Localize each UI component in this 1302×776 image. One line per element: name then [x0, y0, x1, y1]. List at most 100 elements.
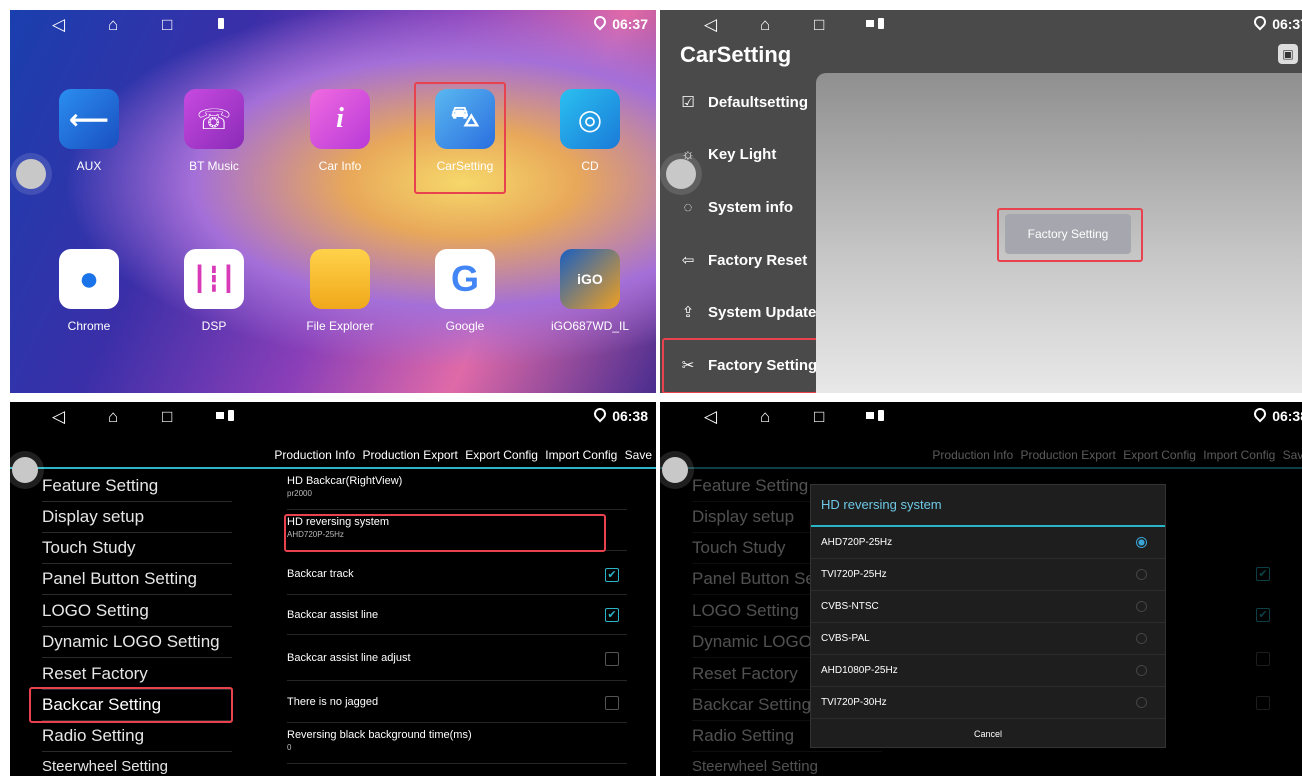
setting-row[interactable]: HD Backcar(RightView) pr2000 [287, 475, 627, 510]
setting-row[interactable]: Reversing black background time(ms) 0 [287, 729, 627, 764]
radio-unselected[interactable] [1136, 697, 1147, 708]
menu-defaultsetting[interactable]: ☑ Defaultsetting [678, 89, 808, 117]
tab-save[interactable]: Save [625, 448, 652, 462]
menu-display-setup[interactable]: Display setup [42, 502, 232, 533]
radio-unselected[interactable] [1136, 601, 1147, 612]
option-tvi720p-25hz[interactable]: TVI720P-25Hz [811, 559, 1165, 591]
menu-logo-setting[interactable]: LOGO Setting [42, 596, 232, 627]
divider [10, 467, 656, 469]
option-cvbs-ntsc[interactable]: CVBS-NTSC [811, 591, 1165, 623]
menu-radio-setting[interactable]: Radio Setting [42, 721, 232, 752]
reversing-system-dialog-screen: ◁ ⌂ □ 06:38 Production Info Production E… [660, 402, 1302, 776]
app-carsetting[interactable]: ⛍ CarSetting [410, 89, 520, 173]
tab-export-config[interactable]: Export Config [465, 448, 538, 462]
menu-backcar-setting[interactable]: Backcar Setting [42, 690, 232, 721]
menu-touch-study[interactable]: Touch Study [42, 533, 232, 564]
menu-factory-setting[interactable]: ✂ Factory Setting [678, 352, 817, 380]
menu-reset-factory[interactable]: Reset Factory [42, 659, 232, 690]
reply-icon: ⇦ [681, 252, 695, 269]
back-nav-icon[interactable]: ◁ [52, 14, 65, 36]
radio-selected[interactable] [1136, 537, 1147, 548]
menu-steerwheel-setting[interactable]: Steerwheel Setting [42, 752, 232, 776]
setting-row[interactable]: Backcar assist line ✔ [287, 596, 627, 635]
back-nav-icon[interactable]: ◁ [704, 14, 717, 36]
checkbox-checked[interactable]: ✔ [605, 608, 619, 622]
app-dsp[interactable]: ┃┇┃ DSP [159, 249, 269, 333]
location-icon [1251, 13, 1269, 31]
setting-row[interactable]: HD reversing system AHD720P-25Hz [287, 516, 627, 551]
option-ahd720p-25hz[interactable]: AHD720P-25Hz [811, 527, 1165, 559]
cancel-button[interactable]: Cancel [811, 719, 1165, 749]
menu-factory-reset[interactable]: ⇦ Factory Reset [678, 247, 808, 275]
option-cvbs-pal[interactable]: CVBS-PAL [811, 623, 1165, 655]
tools-icon: ✂ [681, 357, 695, 374]
clock: 06:38 [591, 405, 648, 424]
chat-icon: ◌ [683, 199, 693, 216]
factory-settings-screen: ◁ ⌂ □ 06:38 Production Info Production E… [10, 402, 656, 776]
floating-assist-button[interactable] [12, 457, 38, 483]
radio-unselected[interactable] [1136, 569, 1147, 580]
cd-icon: ◎ [560, 89, 620, 149]
sim-icon [866, 412, 874, 419]
setting-row[interactable]: There is no jagged [287, 682, 627, 723]
floating-assist-button[interactable] [666, 159, 696, 189]
app-bt-music[interactable]: ☏ BT Music [159, 89, 269, 173]
back-nav-icon[interactable]: ◁ [704, 406, 717, 428]
status-bar: ◁ ⌂ □ 06:38 [10, 402, 656, 434]
option-tvi720p-30hz[interactable]: TVI720P-30Hz [811, 687, 1165, 719]
upload-icon: ⇪ [681, 304, 695, 321]
radio-unselected[interactable] [1136, 665, 1147, 676]
menu-dynamic-logo-setting[interactable]: Dynamic LOGO Setting [42, 627, 232, 658]
info-icon: i [310, 89, 370, 149]
menu-system-info[interactable]: ◌ System info [678, 194, 794, 222]
factory-setting-button[interactable]: Factory Setting [1005, 214, 1131, 254]
tab-import-config[interactable]: Import Config [545, 448, 617, 462]
checkbox-unchecked[interactable] [605, 652, 619, 666]
option-ahd1080p-25hz[interactable]: AHD1080P-25Hz [811, 655, 1165, 687]
checkbox-unchecked [1256, 652, 1270, 666]
setting-row[interactable]: Backcar assist line adjust [287, 636, 627, 681]
status-bar: ◁ ⌂ □ 06:37 [660, 10, 1302, 42]
app-car-info[interactable]: i Car Info [285, 89, 395, 173]
recents-nav-icon[interactable]: □ [162, 14, 172, 36]
app-igo[interactable]: iGO iGO687WD_IL [535, 249, 645, 333]
equalizer-icon: ┃┇┃ [184, 249, 244, 309]
home-nav-icon[interactable]: ⌂ [108, 406, 118, 428]
app-label: CD [581, 159, 599, 173]
bluetooth-music-icon: ☏ [184, 89, 244, 149]
location-icon [591, 405, 609, 423]
checkbox-unchecked[interactable] [605, 696, 619, 710]
recents-nav-icon[interactable]: □ [162, 406, 172, 428]
battery-icon [228, 410, 234, 421]
battery-icon [878, 410, 884, 421]
menu-item: Steerwheel Setting [692, 752, 882, 776]
recents-nav-icon[interactable]: □ [814, 406, 824, 428]
setting-row[interactable]: Backcar track ✔ [287, 558, 627, 595]
folder-icon [310, 249, 370, 309]
checkbox-checked[interactable]: ✔ [605, 568, 619, 582]
app-chrome[interactable]: ● Chrome [34, 249, 144, 333]
back-nav-icon[interactable]: ◁ [52, 406, 65, 428]
carsetting-screen: ◁ ⌂ □ 06:37 CarSetting ▣ ☑Defaultsetting… [660, 10, 1302, 393]
recents-nav-icon[interactable]: □ [814, 14, 824, 36]
gallery-icon[interactable]: ▣ [1278, 44, 1298, 64]
tab-production-export[interactable]: Production Export [362, 448, 457, 462]
checkbox-icon: ☑ [681, 94, 695, 111]
floating-assist-button[interactable] [662, 457, 688, 483]
app-label: DSP [201, 319, 227, 333]
menu-panel-button-setting[interactable]: Panel Button Setting [42, 564, 232, 595]
home-nav-icon[interactable]: ⌂ [760, 14, 770, 36]
home-nav-icon[interactable]: ⌂ [760, 406, 770, 428]
home-nav-icon[interactable]: ⌂ [108, 14, 118, 36]
app-cd[interactable]: ◎ CD [535, 89, 645, 173]
app-google[interactable]: G Google [410, 249, 520, 333]
location-icon [1251, 405, 1269, 423]
app-aux[interactable]: ⟵ AUX [34, 89, 144, 173]
radio-unselected[interactable] [1136, 633, 1147, 644]
menu-feature-setting[interactable]: Feature Setting [42, 471, 232, 502]
google-icon: G [435, 249, 495, 309]
menu-system-update[interactable]: ⇪ System Update [678, 299, 817, 327]
tab-production-info[interactable]: Production Info [274, 448, 355, 462]
app-file-explorer[interactable]: File Explorer [285, 249, 395, 333]
app-label: Google [445, 319, 485, 333]
